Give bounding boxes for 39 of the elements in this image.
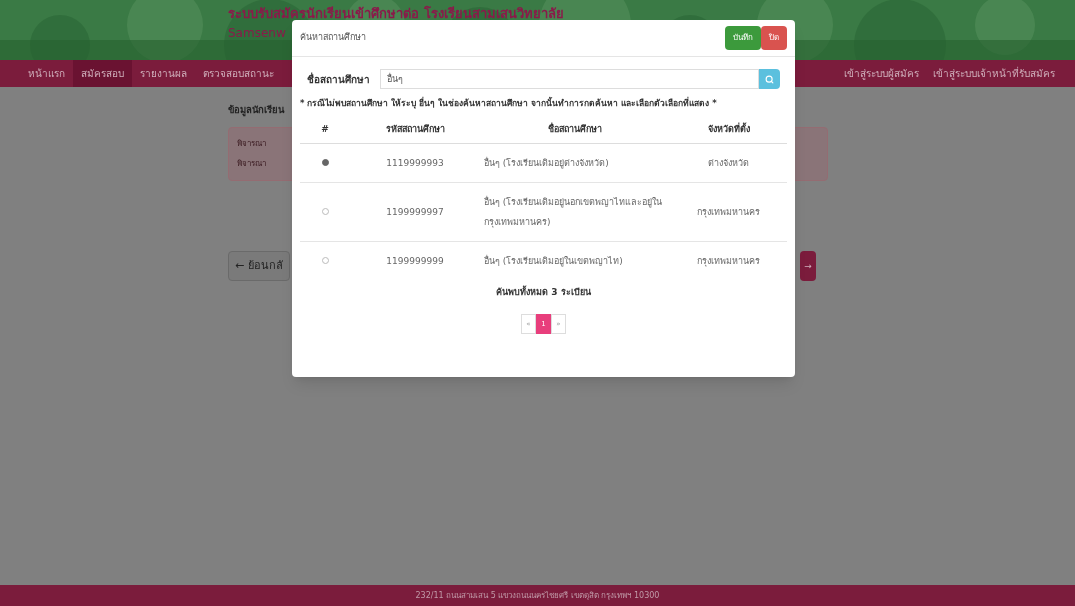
table-cell: กรุงเทพมหานคร [670,241,787,281]
table-cell: อื่นๆ (โรงเรียนเดิมอยู่ต่างจังหวัด) [480,143,670,183]
footer-text: 232/11 ถนนสามเสน 5 แขวงถนนนครไชยศรี เขตดุสิต กรุงเทพฯ 10300 [415,589,660,602]
close-button[interactable]: ปิด [761,26,787,50]
site-subtitle: Samsenw [228,24,286,42]
search-button[interactable] [759,69,780,89]
table-cell: 1119999993 [350,143,480,183]
nav-link[interactable]: เข้าสู่ระบบเจ้าหน้าที่รับสมัคร [933,66,1055,81]
table-cell: ต่างจังหวัด [670,143,787,183]
next-button[interactable]: → [800,251,816,282]
section-title: ข้อมูลนักเรียน [228,103,284,118]
dialog-title: ค้นหาสถานศึกษา [300,31,366,45]
table-cell: 1199999999 [350,241,480,281]
site-title: ระบบรับสมัครนักเรียนเข้าศึกษาต่อ โรงเรียนสามเสนวิทยาลัย [228,5,565,23]
nav-link[interactable]: เข้าสู่ระบบผู้สมัคร [844,66,919,81]
save-button[interactable]: บันทึก [725,26,761,50]
search-icon [765,74,774,84]
nav-item[interactable]: รายงานผล [132,60,195,87]
alert-text: พิจารณา [237,138,266,151]
nav-item[interactable]: หน้าแรก [20,60,73,87]
column-header: จังหวัดที่ตั้ง [670,115,787,144]
alert-text: พิจารณา [237,158,266,171]
column-header: ชื่อสถานศึกษา [480,115,670,144]
nav-item[interactable]: สมัครสอบ [73,60,132,87]
table-cell: อื่นๆ (โรงเรียนเดิมอยู่นอกเขตพญาไทและอยู่ในกรุงเทพมหานคร) [480,182,670,242]
table-cell: อื่นๆ (โรงเรียนเดิมอยู่ในเขตพญาไท) [480,241,670,281]
radio-button[interactable] [321,207,329,215]
radio-button[interactable] [321,158,329,166]
result-count: ค้นพบทั้งหมด 3 ระเบียน [495,286,592,300]
column-header: # [300,115,350,144]
nav-item[interactable]: ตรวจสอบสถานะ [195,60,282,87]
back-button[interactable]: ← ย้อนกลั [228,251,290,282]
table-cell: กรุงเทพมหานคร [670,182,787,242]
field-label: ชื่อสถานศึกษา [307,71,370,87]
column-header: รหัสสถานศึกษา [350,115,480,144]
search-field[interactable]: อื่นๆ [380,69,759,89]
table-cell: 1199999997 [350,182,480,242]
note-text: * กรณีไม่พบสถานศึกษา ให้ระบุ อื่นๆ ในช่องค้นหาสถานศึกษา จากนั้นทำการกดค้นหา และเลือกตัวเลือกที่แสดง * [299,97,718,110]
radio-button[interactable] [321,256,329,264]
